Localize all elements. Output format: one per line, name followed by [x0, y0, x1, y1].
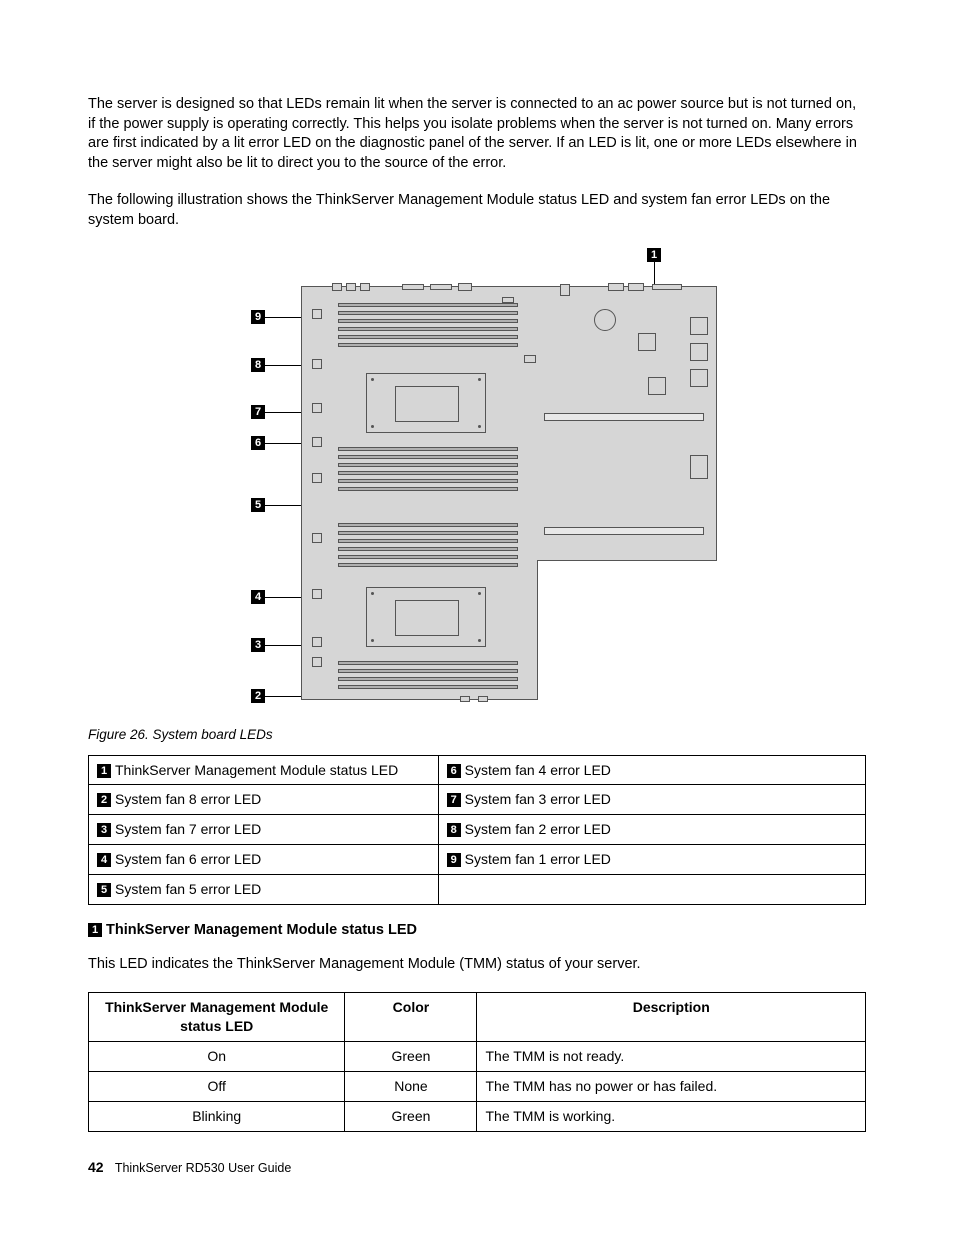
- figure-caption: Figure 26. System board LEDs: [88, 726, 866, 744]
- legend-text: System fan 4 error LED: [465, 762, 611, 778]
- num-badge: 7: [447, 793, 461, 807]
- callout-8: 8: [251, 358, 265, 372]
- legend-text: System fan 7 error LED: [115, 821, 261, 837]
- cell: The TMM is working.: [477, 1101, 866, 1131]
- callout-3: 3: [251, 638, 265, 652]
- board-outline: [301, 286, 717, 700]
- num-badge: 6: [447, 764, 461, 778]
- paragraph-intro-1: The server is designed so that LEDs rema…: [88, 95, 866, 173]
- cell: Blinking: [89, 1101, 345, 1131]
- callout-7: 7: [251, 405, 265, 419]
- cell: The TMM has no power or has failed.: [477, 1071, 866, 1101]
- table-row: Off None The TMM has no power or has fai…: [89, 1071, 866, 1101]
- th-color: Color: [345, 993, 477, 1042]
- section-title: ThinkServer Management Module status LED: [106, 922, 417, 938]
- table-row: Blinking Green The TMM is working.: [89, 1101, 866, 1131]
- table-row: 1 ThinkServer Management Module status LE…: [89, 755, 866, 785]
- callout-6: 6: [251, 436, 265, 450]
- callout-5: 5: [251, 498, 265, 512]
- page-number: 42: [88, 1159, 104, 1175]
- th-status-led: ThinkServer Management Module status LED: [89, 993, 345, 1042]
- section-heading-tmm-led: 1 ThinkServer Management Module status LE…: [88, 921, 866, 941]
- legend-text: System fan 6 error LED: [115, 851, 261, 867]
- cell: On: [89, 1041, 345, 1071]
- page-footer: 42 ThinkServer RD530 User Guide: [88, 1158, 291, 1177]
- figure-system-board: 9 8 7 6 5 4 3 2 1: [88, 248, 866, 708]
- table-row: 5 System fan 5 error LED: [89, 875, 866, 905]
- callout-4: 4: [251, 590, 265, 604]
- cell: Off: [89, 1071, 345, 1101]
- section-intro: This LED indicates the ThinkServer Manag…: [88, 955, 866, 975]
- num-badge: 1: [88, 923, 102, 937]
- cell: The TMM is not ready.: [477, 1041, 866, 1071]
- legend-text: System fan 5 error LED: [115, 881, 261, 897]
- cell: Green: [345, 1041, 477, 1071]
- num-badge: 5: [97, 883, 111, 897]
- legend-text: System fan 2 error LED: [465, 821, 611, 837]
- callout-9: 9: [251, 310, 265, 324]
- num-badge: 8: [447, 823, 461, 837]
- table-header-row: ThinkServer Management Module status LED…: [89, 993, 866, 1042]
- num-badge: 2: [97, 793, 111, 807]
- legend-text: System fan 8 error LED: [115, 791, 261, 807]
- th-description: Description: [477, 993, 866, 1042]
- cpu-socket-2: [366, 587, 486, 647]
- legend-text: ThinkServer Management Module status LED: [115, 762, 398, 778]
- cell: None: [345, 1071, 477, 1101]
- legend-table: 1 ThinkServer Management Module status LE…: [88, 755, 866, 905]
- footer-title: ThinkServer RD530 User Guide: [115, 1161, 291, 1175]
- num-badge: 1: [97, 764, 111, 778]
- cell: Green: [345, 1101, 477, 1131]
- num-badge: 4: [97, 853, 111, 867]
- legend-text: System fan 1 error LED: [465, 851, 611, 867]
- callout-2: 2: [251, 689, 265, 703]
- paragraph-intro-2: The following illustration shows the Thi…: [88, 191, 866, 230]
- cpu-socket-1: [366, 373, 486, 433]
- table-row: 2 System fan 8 error LED 7 System fan 3 er…: [89, 785, 866, 815]
- table-row: On Green The TMM is not ready.: [89, 1041, 866, 1071]
- callout-1: 1: [647, 248, 661, 262]
- status-table: ThinkServer Management Module status LED…: [88, 992, 866, 1131]
- table-row: 4 System fan 6 error LED 9 System fan 1 er…: [89, 845, 866, 875]
- num-badge: 9: [447, 853, 461, 867]
- num-badge: 3: [97, 823, 111, 837]
- legend-text: System fan 3 error LED: [465, 791, 611, 807]
- table-row: 3 System fan 7 error LED 8 System fan 2 er…: [89, 815, 866, 845]
